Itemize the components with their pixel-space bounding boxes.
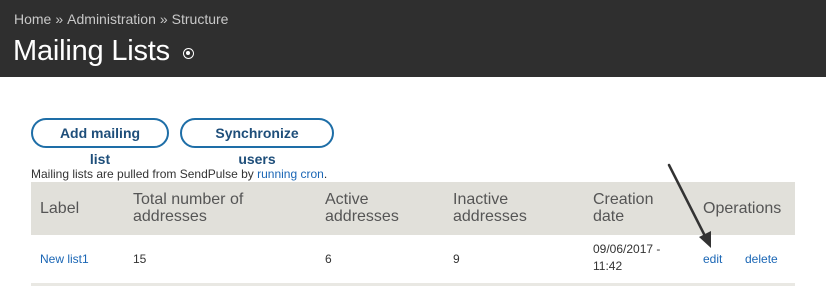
table-row: New list1 15 6 9 09/06/2017 - 11:42 edit…	[31, 235, 795, 286]
header-total-line1: Total number of	[133, 191, 244, 208]
header-active-line2: addresses	[325, 208, 399, 225]
cron-note-suffix: .	[323, 167, 328, 181]
add-mailing-list-button[interactable]: Add mailing list	[31, 118, 169, 167]
header-created-line1: Creation	[593, 191, 654, 208]
header-total-line2: addresses	[133, 208, 207, 225]
list-label-link[interactable]: New list1	[40, 252, 89, 266]
delete-link[interactable]: delete	[745, 252, 778, 266]
breadcrumb-administration[interactable]: Administration	[67, 11, 156, 27]
header-inactive-line2: addresses	[453, 208, 527, 225]
header-created-line2: date	[593, 208, 625, 225]
header-total: Total number of addresses	[133, 191, 243, 225]
breadcrumb: Home» Administration» Structure	[14, 11, 228, 27]
table-header: Label Total number of addresses Active a…	[31, 182, 795, 235]
inactive-count: 9	[453, 252, 460, 266]
running-cron-link[interactable]: running cron	[257, 167, 324, 181]
header-label: Label	[40, 200, 80, 217]
circle-dot-icon[interactable]	[182, 47, 194, 59]
total-count: 15	[133, 252, 147, 266]
header-active-line1: Active	[325, 191, 369, 208]
active-count: 6	[325, 252, 332, 266]
action-links: Add mailing list Synchronize users	[31, 118, 334, 167]
mailing-lists-table: Label Total number of addresses Active a…	[31, 182, 795, 286]
page-header: Home» Administration» Structure Mailing Li…	[0, 0, 826, 77]
breadcrumb-structure[interactable]: Structure	[172, 11, 229, 27]
header-active: Active addresses	[325, 191, 399, 225]
breadcrumb-separator: »	[55, 11, 64, 27]
creation-date-line2: 11:42	[593, 259, 623, 273]
creation-date-line1: 09/06/2017 -	[593, 242, 661, 256]
synchronize-users-button[interactable]: Synchronize users	[180, 118, 334, 167]
cron-note-prefix: Mailing lists are pulled from SendPulse …	[31, 167, 258, 181]
creation-date: 09/06/2017 - 11:42	[593, 241, 660, 275]
edit-link[interactable]: edit	[703, 252, 722, 266]
title-row: Mailing Lists	[13, 33, 194, 69]
header-operations: Operations	[703, 200, 782, 217]
header-inactive-line1: Inactive	[453, 191, 509, 208]
breadcrumb-home[interactable]: Home	[14, 11, 51, 27]
page-title: Mailing Lists	[13, 35, 170, 67]
cron-note: Mailing lists are pulled from SendPulse …	[31, 167, 327, 181]
header-creation-date: Creation date	[593, 191, 653, 225]
header-inactive: Inactive addresses	[453, 191, 527, 225]
breadcrumb-separator: »	[159, 11, 168, 27]
